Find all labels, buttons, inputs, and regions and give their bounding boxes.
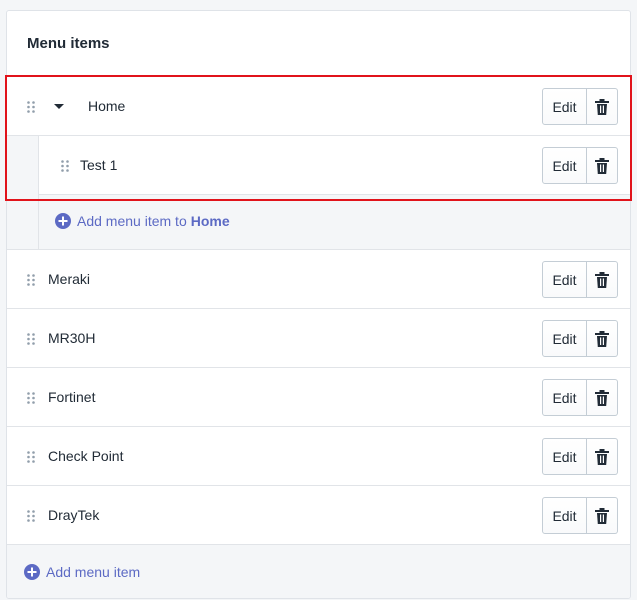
add-link-prefix: Add menu item to — [77, 213, 187, 229]
trash-icon — [595, 330, 609, 347]
menu-item-label: Check Point — [48, 448, 124, 464]
add-nested-item-row: Add menu item to Home — [38, 195, 630, 250]
trash-icon — [595, 507, 609, 524]
delete-button[interactable] — [587, 147, 618, 184]
item-actions: Edit — [542, 320, 618, 357]
plus-circle-icon — [24, 564, 40, 580]
trash-icon — [595, 389, 609, 406]
drag-handle-icon[interactable] — [61, 160, 69, 172]
edit-button[interactable]: Edit — [542, 497, 587, 534]
add-link-target: Home — [190, 213, 230, 229]
card-title: Menu items — [27, 35, 110, 52]
caret-down-icon[interactable] — [54, 104, 64, 109]
edit-button[interactable]: Edit — [542, 88, 587, 125]
drag-handle-icon[interactable] — [27, 451, 35, 463]
item-actions: Edit — [542, 261, 618, 298]
delete-button[interactable] — [587, 438, 618, 475]
item-actions: Edit — [542, 379, 618, 416]
trash-icon — [595, 98, 609, 115]
delete-button[interactable] — [587, 261, 618, 298]
drag-handle-icon[interactable] — [27, 101, 35, 113]
add-menu-item-link[interactable]: Add menu item — [24, 564, 140, 580]
menu-item-label: Fortinet — [48, 389, 96, 405]
menu-item-label: Home — [88, 98, 126, 114]
item-actions: Edit — [542, 497, 618, 534]
edit-button[interactable]: Edit — [542, 147, 587, 184]
edit-button[interactable]: Edit — [542, 261, 587, 298]
add-link-label: Add menu item — [46, 564, 141, 580]
menu-item-meraki[interactable]: Meraki Edit — [7, 249, 630, 308]
menu-item-label: Test 1 — [80, 157, 118, 173]
menu-item-check-point[interactable]: Check Point Edit — [7, 426, 630, 485]
delete-button[interactable] — [587, 497, 618, 534]
delete-button[interactable] — [587, 379, 618, 416]
delete-button[interactable] — [587, 320, 618, 357]
trash-icon — [595, 271, 609, 288]
add-menu-item-to-home-link[interactable]: Add menu item to Home — [55, 213, 230, 229]
item-actions: Edit — [542, 147, 618, 184]
menu-item-draytek[interactable]: DrayTek Edit — [7, 485, 630, 544]
nested-items-area: Test 1 Edit Add menu item to Home — [7, 135, 630, 250]
menu-item-home[interactable]: Home Edit — [7, 76, 630, 135]
drag-handle-icon[interactable] — [27, 333, 35, 345]
menu-items-card: Menu items Home Edit Test 1 Edit Add men… — [6, 10, 631, 599]
plus-circle-icon — [55, 213, 71, 229]
menu-item-mr30h[interactable]: MR30H Edit — [7, 308, 630, 367]
trash-icon — [595, 157, 609, 174]
menu-item-fortinet[interactable]: Fortinet Edit — [7, 367, 630, 426]
delete-button[interactable] — [587, 88, 618, 125]
drag-handle-icon[interactable] — [27, 510, 35, 522]
item-actions: Edit — [542, 438, 618, 475]
item-actions: Edit — [542, 88, 618, 125]
menu-item-test-1[interactable]: Test 1 Edit — [38, 136, 630, 195]
edit-button[interactable]: Edit — [542, 320, 587, 357]
drag-handle-icon[interactable] — [27, 274, 35, 286]
add-menu-item-row: Add menu item — [7, 544, 630, 598]
menu-item-label: MR30H — [48, 330, 96, 346]
menu-item-label: Meraki — [48, 271, 91, 287]
drag-handle-icon[interactable] — [27, 392, 35, 404]
trash-icon — [595, 448, 609, 465]
menu-item-label: DrayTek — [48, 507, 100, 523]
edit-button[interactable]: Edit — [542, 438, 587, 475]
edit-button[interactable]: Edit — [542, 379, 587, 416]
